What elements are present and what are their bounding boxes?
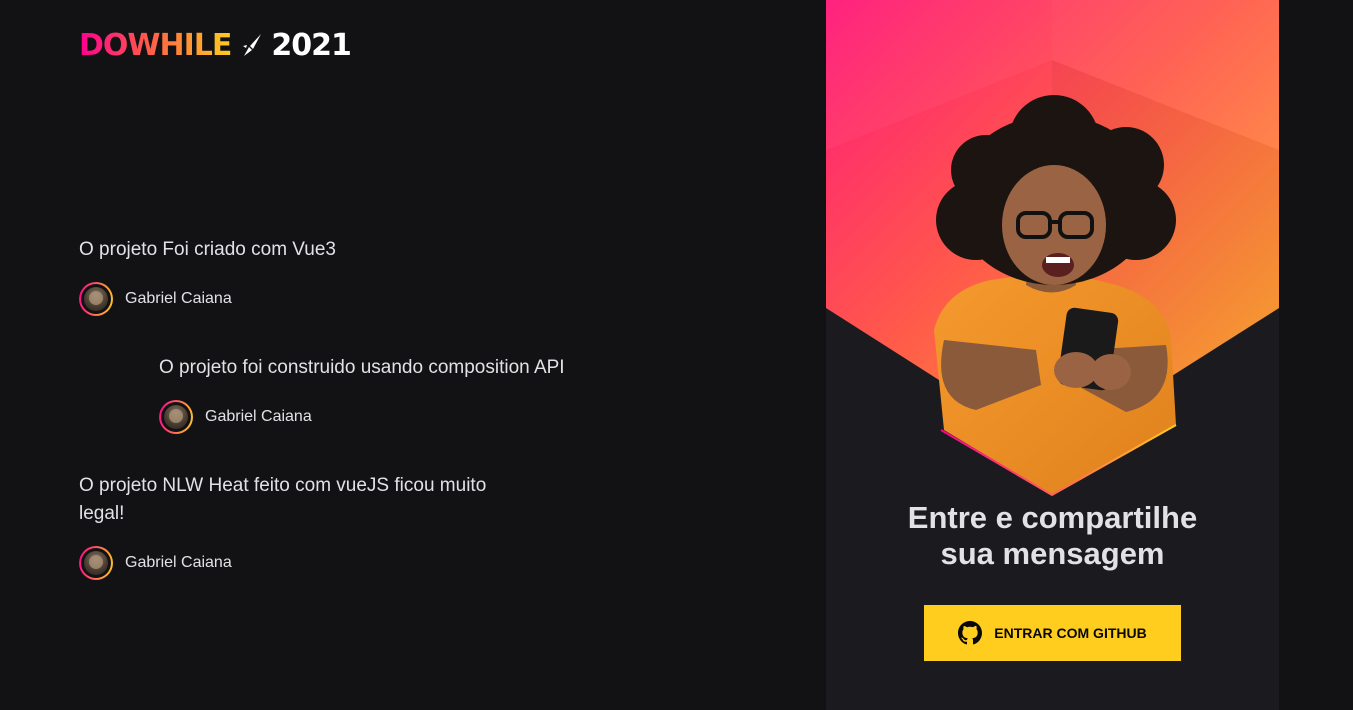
message-user: Gabriel Caiana bbox=[159, 400, 565, 434]
avatar bbox=[84, 287, 108, 311]
github-login-button[interactable]: Entrar com github bbox=[924, 605, 1181, 661]
user-name: Gabriel Caiana bbox=[125, 290, 232, 307]
message-user: Gabriel Caiana bbox=[79, 546, 529, 580]
login-title: Entre e compartilhe sua mensagem bbox=[826, 500, 1279, 572]
avatar-ring bbox=[79, 282, 113, 316]
avatar bbox=[164, 405, 188, 429]
github-button-label: Entrar com github bbox=[994, 625, 1147, 641]
message-content: O projeto foi construido usando composit… bbox=[159, 357, 565, 378]
avatar-ring bbox=[159, 400, 193, 434]
message-item: O projeto NLW Heat feito com vueJS ficou… bbox=[79, 472, 529, 580]
banner-illustration bbox=[826, 0, 1279, 497]
avatar-ring bbox=[79, 546, 113, 580]
app-page: DOWHILE 2021 O projeto Foi criado com Vu… bbox=[0, 0, 1353, 710]
message-content: O projeto Foi criado com Vue3 bbox=[79, 239, 336, 260]
message-list: O projeto Foi criado com Vue3 Gabriel Ca… bbox=[79, 0, 679, 710]
login-panel: Entre e compartilhe sua mensagem Entrar … bbox=[826, 0, 1279, 710]
user-name: Gabriel Caiana bbox=[205, 408, 312, 425]
message-user: Gabriel Caiana bbox=[79, 282, 336, 316]
message-item: O projeto foi construido usando composit… bbox=[159, 354, 565, 434]
github-icon bbox=[958, 621, 983, 645]
message-content: O projeto NLW Heat feito com vueJS ficou… bbox=[79, 475, 487, 524]
message-item: O projeto Foi criado com Vue3 Gabriel Ca… bbox=[79, 236, 336, 316]
login-title-text: Entre e compartilhe sua mensagem bbox=[907, 500, 1198, 571]
avatar bbox=[84, 551, 108, 575]
user-name: Gabriel Caiana bbox=[125, 554, 232, 571]
